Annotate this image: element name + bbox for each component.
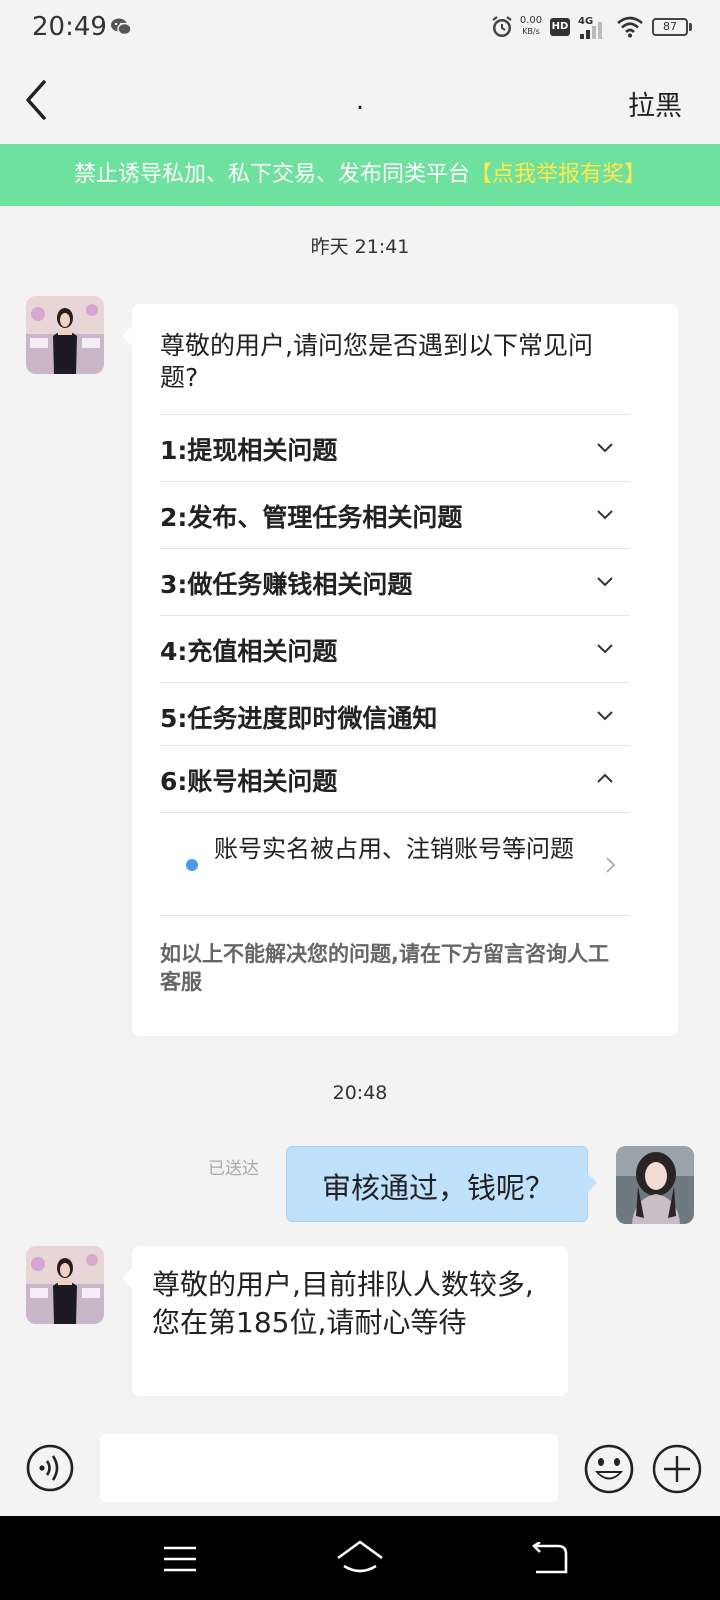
faq-item-label: 2:发布、管理任务相关问题 (160, 503, 463, 532)
block-button[interactable]: 拉黑 (628, 84, 682, 123)
sent-message-bubble[interactable]: 审核通过，钱呢？ (286, 1146, 597, 1222)
net-speed: 0.00 KB/s (517, 15, 545, 37)
faq-item-label: 4:充值相关问题 (160, 637, 338, 666)
warning-banner: 禁止诱导私加、私下交易、发布同类平台【点我举报有奖】 (0, 144, 720, 206)
faq-item-label: 5:任务进度即时微信通知 (160, 704, 438, 733)
plus-icon[interactable] (652, 1444, 702, 1494)
user-avatar-image (616, 1146, 694, 1224)
agent-avatar[interactable] (26, 1246, 104, 1324)
chat-title: . (355, 86, 365, 116)
faq-item[interactable]: 3:做任务赚钱相关问题 (160, 548, 630, 616)
network-label: 4G (578, 16, 593, 27)
reply-message-text: 尊敬的用户,目前排队人数较多,您在第185位,请耐心等待 (152, 1268, 534, 1339)
status-time: 20:49 (32, 12, 107, 42)
delivery-status: 已送达 (208, 1159, 259, 1179)
alarm-icon (492, 16, 512, 37)
agent-avatar-image (26, 1246, 104, 1324)
faq-item[interactable]: 6:账号相关问题 (160, 745, 630, 813)
report-link[interactable]: 【点我举报有奖】 (470, 162, 646, 187)
home-icon[interactable] (334, 1536, 386, 1580)
bullet-dot (186, 859, 198, 871)
faq-item-label: 1:提现相关问题 (160, 436, 338, 465)
faq-message-bubble: 尊敬的用户,请问您是否遇到以下常见问题? 1:提现相关问题 2:发布、管理任务相… (122, 304, 678, 1036)
emoji-icon[interactable] (584, 1444, 634, 1494)
faq-sub-item-label: 账号实名被占用、注销账号等问题 (214, 835, 574, 863)
faq-item[interactable]: 1:提现相关问题 (160, 414, 630, 482)
faq-sub-item[interactable]: 账号实名被占用、注销账号等问题 (160, 812, 630, 916)
hd-badge: HD (550, 18, 570, 36)
wechat-icon (111, 18, 132, 36)
banner-text: 禁止诱导私加、私下交易、发布同类平台 (73, 162, 470, 187)
faq-item[interactable]: 2:发布、管理任务相关问题 (160, 481, 630, 549)
net-speed-unit: KB/s (522, 27, 540, 36)
voice-input-icon[interactable] (26, 1444, 74, 1492)
chevron-up-icon (597, 773, 613, 783)
wifi-icon (617, 16, 643, 38)
chevron-right-icon (606, 857, 616, 873)
status-bar (0, 0, 720, 56)
faq-footer: 如以上不能解决您的问题,请在下方留言咨询人工客服 (160, 942, 609, 994)
chevron-down-icon (597, 577, 613, 587)
chevron-down-icon (597, 510, 613, 520)
chevron-down-icon (597, 711, 613, 721)
faq-item[interactable]: 4:充值相关问题 (160, 615, 630, 683)
faq-item[interactable]: 5:任务进度即时微信通知 (160, 682, 630, 750)
faq-item-label: 6:账号相关问题 (160, 767, 338, 796)
battery-tip (689, 23, 692, 31)
agent-avatar-image (26, 296, 104, 374)
chevron-down-icon (597, 644, 613, 654)
reply-message-bubble: 尊敬的用户,目前排队人数较多,您在第185位,请耐心等待 (122, 1246, 568, 1396)
back-nav-icon[interactable] (530, 1542, 570, 1576)
net-speed-value: 0.00 (519, 15, 543, 26)
battery-indicator: 87 (652, 18, 688, 36)
faq-intro: 尊敬的用户,请问您是否遇到以下常见问题? (160, 331, 593, 392)
timestamp: 昨天 21:41 (310, 236, 410, 258)
cellular-signal-icon: 4G (578, 16, 602, 39)
chevron-down-icon (597, 443, 613, 453)
message-input[interactable] (100, 1434, 558, 1502)
agent-avatar[interactable] (26, 296, 104, 374)
back-icon[interactable] (18, 76, 58, 124)
timestamp: 20:48 (332, 1082, 388, 1104)
menu-icon[interactable] (162, 1544, 198, 1574)
sent-message-text: 审核通过，钱呢？ (321, 1171, 554, 1205)
faq-item-label: 3:做任务赚钱相关问题 (160, 570, 413, 599)
user-avatar[interactable] (616, 1146, 694, 1224)
